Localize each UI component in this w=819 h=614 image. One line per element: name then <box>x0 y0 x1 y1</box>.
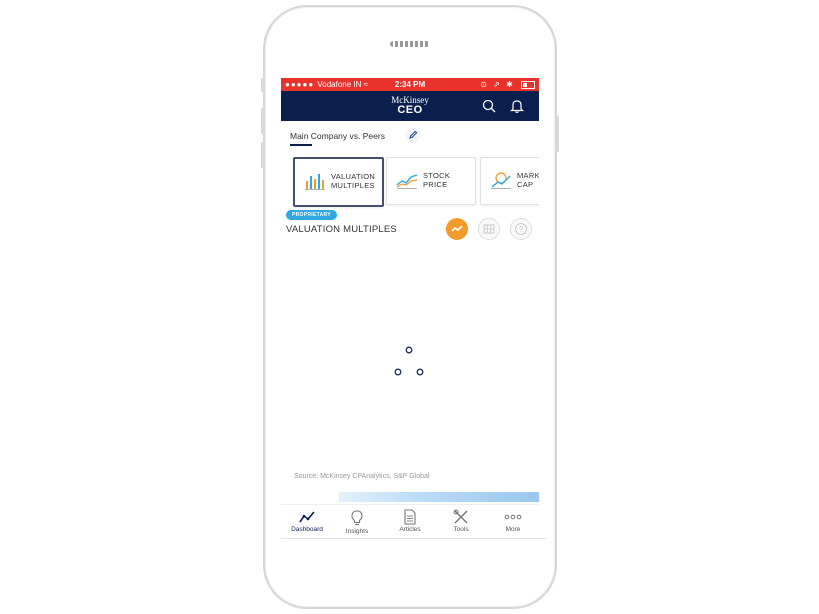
chart-view-button[interactable] <box>446 218 468 240</box>
divider-line <box>281 538 546 539</box>
more-icon <box>504 514 522 520</box>
status-icons: ⊙ ⇗ ✱ <box>480 78 535 91</box>
bar-chart-icon <box>305 174 325 190</box>
tab-label: Tools <box>453 526 469 533</box>
volume-up-button <box>261 108 264 134</box>
tab-dashboard[interactable]: Dashboard <box>281 507 333 533</box>
status-bar: ●●●●● Vodafone IN ≈ 2:34 PM ⊙ ⇗ ✱ <box>281 78 539 91</box>
card-label: MARK CAP <box>517 171 539 189</box>
decorative-strip <box>339 492 539 502</box>
help-button[interactable]: ? <box>510 218 532 240</box>
proprietary-badge: PROPRIETARY <box>286 210 337 220</box>
card-valuation-multiples[interactable]: VALUATION MULTIPLES <box>293 157 384 207</box>
trend-line-icon <box>451 225 463 232</box>
market-cap-icon <box>491 172 511 189</box>
lightbulb-icon <box>351 510 363 526</box>
mckinsey-ceo-logo[interactable]: McKinsey CEO <box>281 95 539 116</box>
bell-icon[interactable] <box>509 98 525 114</box>
tab-label: Articles <box>399 526 421 533</box>
tab-articles[interactable]: Articles <box>384 507 436 533</box>
question-icon: ? <box>515 223 527 235</box>
comparison-label: Main Company vs. Peers <box>290 131 385 141</box>
card-label: VALUATION MULTIPLES <box>331 172 376 190</box>
power-button <box>556 116 559 152</box>
tab-label: More <box>505 526 521 533</box>
loading-spinner-icon <box>394 346 424 376</box>
card-market-cap[interactable]: MARK CAP <box>480 157 539 205</box>
tab-label: Insights <box>345 528 369 535</box>
dashboard-icon <box>299 511 315 523</box>
document-icon <box>404 509 416 525</box>
battery-icon <box>521 80 535 89</box>
company-selector[interactable]: Main Company vs. Peers <box>281 126 539 152</box>
source-note: Source: McKinsey CPAnalytics, S&P Global <box>294 473 430 480</box>
tab-insights[interactable]: Insights <box>331 507 383 535</box>
card-stock-price[interactable]: STOCK PRICE <box>386 157 476 205</box>
card-label: STOCK PRICE <box>423 171 451 189</box>
tab-tools[interactable]: Tools <box>435 507 487 533</box>
line-chart-icon <box>396 174 418 189</box>
bottom-tab-bar: Dashboard Insights Articles Tools More <box>281 504 539 538</box>
app-screen: ●●●●● Vodafone IN ≈ 2:34 PM ⊙ ⇗ ✱ McKins… <box>281 78 539 538</box>
tools-icon <box>453 509 468 524</box>
section-title: VALUATION MULTIPLES <box>286 224 397 235</box>
metric-cards: VALUATION MULTIPLES STOCK PRICE MARK CAP <box>293 157 539 207</box>
side-button <box>261 78 264 92</box>
svg-text:?: ? <box>519 225 524 234</box>
tab-more[interactable]: More <box>487 507 539 533</box>
edit-pencil-icon[interactable] <box>405 127 421 143</box>
logo-line2: CEO <box>397 104 423 116</box>
speaker-grille <box>390 41 430 47</box>
table-view-button[interactable] <box>478 218 500 240</box>
search-icon[interactable] <box>481 98 497 114</box>
grid-icon <box>483 224 495 234</box>
comparison-underline <box>290 144 312 146</box>
tab-label: Dashboard <box>291 526 323 533</box>
volume-down-button <box>261 142 264 168</box>
app-header: McKinsey CEO <box>281 91 539 121</box>
